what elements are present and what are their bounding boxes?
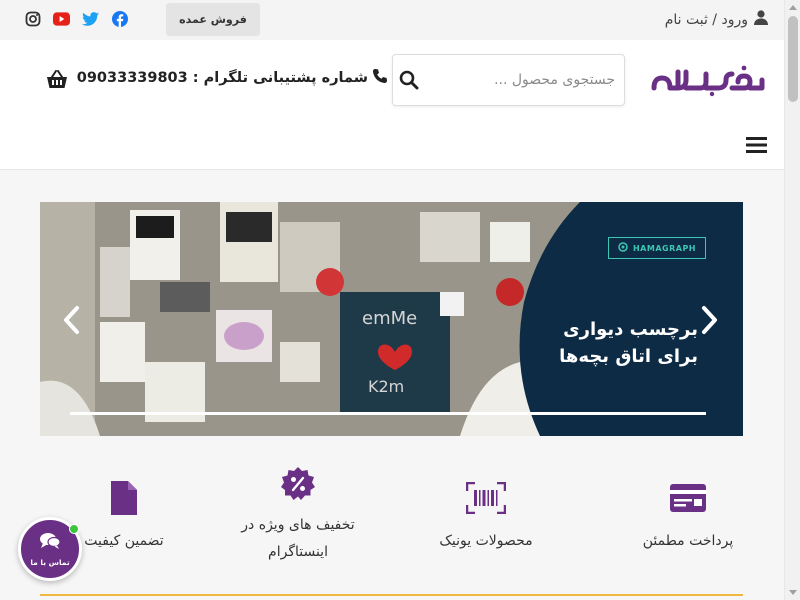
contact-chat-button[interactable]: تماس با ما	[18, 517, 82, 581]
banner-title: برچسب دیواری برای اتاق بچه‌ها	[520, 316, 698, 370]
top-bar: فروش عمده ورود / ثبت نام	[0, 0, 784, 40]
banner-brand-badge: HAMAGRAPH	[608, 237, 706, 259]
scroll-up-arrow[interactable]	[789, 5, 797, 10]
phone-icon	[372, 68, 388, 88]
user-icon	[754, 10, 768, 29]
svg-text:emMe: emMe	[362, 308, 417, 329]
slider-progress-line	[70, 412, 706, 415]
support-label: شماره پشتیبانی تلگرام : 09033339803	[76, 70, 368, 86]
banner-title-line2: برای اتاق بچه‌ها	[559, 346, 698, 367]
page: فروش عمده ورود / ثبت نام جستجوی محصول ..…	[0, 0, 800, 600]
chat-bubbles-icon	[39, 532, 61, 554]
feature-label: تخفیف های ویژه در اینستاگرام	[241, 517, 355, 560]
credit-card-icon	[668, 480, 708, 516]
document-icon	[104, 480, 144, 516]
feature-instagram-discounts: تخفیف های ویژه در اینستاگرام	[212, 460, 384, 566]
search-box	[392, 54, 625, 106]
scroll-down-arrow[interactable]	[789, 590, 797, 595]
youtube-icon[interactable]	[53, 10, 70, 27]
chat-label: تماس با ما	[30, 557, 70, 567]
instagram-icon[interactable]	[24, 10, 41, 27]
online-status-dot	[69, 524, 79, 534]
login-register-link[interactable]: ورود / ثبت نام	[665, 10, 768, 29]
support-phone[interactable]: شماره پشتیبانی تلگرام : 09033339803	[77, 68, 388, 88]
twitter-icon[interactable]	[82, 10, 99, 27]
hero-slider[interactable]: emMe K2m HAMAGRAPH برچسب دیواری برای اتا…	[40, 202, 743, 436]
barcode-icon	[466, 480, 506, 516]
feature-label: محصولات یونیک	[439, 533, 533, 549]
scroll-thumb[interactable]	[788, 16, 798, 102]
slider-next-arrow-icon[interactable]	[699, 304, 721, 336]
site-logo[interactable]	[648, 58, 766, 98]
feature-unique-products: محصولات یونیک	[386, 460, 586, 555]
social-links	[24, 10, 128, 27]
discount-badge-icon	[278, 466, 318, 502]
brand-circle-icon	[618, 242, 628, 254]
search-icon[interactable]	[399, 70, 419, 90]
facebook-icon[interactable]	[111, 10, 128, 27]
basket-icon[interactable]	[46, 70, 68, 90]
feature-secure-payment: پرداخت مطمئن	[588, 460, 788, 555]
login-register-label: ورود / ثبت نام	[664, 11, 748, 28]
wholesale-button[interactable]: فروش عمده	[166, 3, 260, 36]
banner-brand-label: HAMAGRAPH	[632, 243, 696, 253]
slider-prev-arrow-icon[interactable]	[60, 304, 82, 336]
site-header: شماره پشتیبانی تلگرام : 09033339803	[0, 40, 784, 170]
features-row: پرداخت مطمئن محصولات یونیک تخفیف های ویژ…	[0, 460, 784, 600]
svg-text:K2m: K2m	[368, 377, 404, 396]
banner-title-line1: برچسب دیواری	[563, 319, 698, 340]
section-divider	[40, 594, 743, 596]
search-input[interactable]	[421, 55, 619, 105]
hamburger-icon[interactable]	[746, 136, 767, 154]
feature-label: پرداخت مطمئن	[642, 533, 734, 549]
